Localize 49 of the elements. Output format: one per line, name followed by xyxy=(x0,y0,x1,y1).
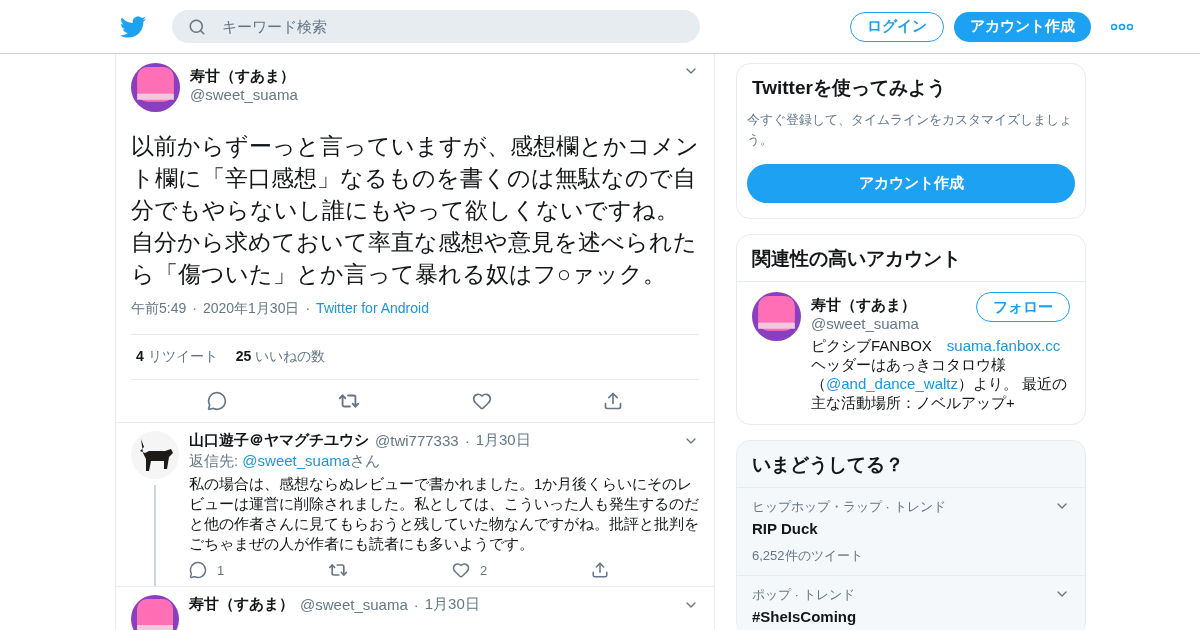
follow-button[interactable]: フォロー xyxy=(976,292,1070,322)
search-icon xyxy=(188,17,206,36)
user-handle[interactable]: @twi777333 xyxy=(375,432,459,449)
card-text: 今すぐ登録して、タイムラインをカスタマイズしましょう。 xyxy=(746,111,1073,149)
search-field[interactable]: キーワード検索 xyxy=(172,10,700,43)
separator-dot: · xyxy=(464,432,470,449)
user-name[interactable]: 寿甘（すあま） xyxy=(189,595,294,614)
like-icon[interactable] xyxy=(471,390,492,412)
bio-link[interactable]: suama.fanbox.cc xyxy=(946,337,1061,354)
signup-button[interactable]: アカウント作成 xyxy=(747,164,1075,203)
search-input[interactable]: キーワード検索 xyxy=(220,17,700,36)
user-bio: ピクシブFANBOX suama.fanbox.cc ヘッダーはあっきコタロウ様 （@and_dance_waltz）より。 最近の主な活動場所：ノベルアップ+ xyxy=(811,336,1069,412)
card-title: 関連性の高いアカウント xyxy=(737,235,1085,282)
separator-dot: · xyxy=(413,596,419,613)
trend-name[interactable]: #SheIsComing xyxy=(752,608,857,625)
like-button[interactable]: 2 xyxy=(451,560,488,580)
user-name[interactable]: 寿甘（すあま） xyxy=(190,67,673,86)
user-handle[interactable]: @sweet_suama xyxy=(811,315,976,332)
mention-link[interactable]: @sweet_suama xyxy=(242,452,351,469)
tweet-date: 2020年1月30日 xyxy=(202,300,300,318)
tweet-date[interactable]: 1月30日 xyxy=(475,431,531,450)
trend-category: ヒップホップ・ラップ · トレンド xyxy=(752,498,946,516)
share-icon[interactable] xyxy=(603,390,624,412)
card-title: Twitterを使ってみよう xyxy=(751,76,947,100)
retweet-count[interactable]: 4 リツイート xyxy=(136,348,218,366)
more-icon[interactable] xyxy=(1111,22,1133,31)
user-name[interactable]: 山口遊子＠ヤマグチユウシ xyxy=(189,431,369,450)
tweet-time: 午前5:49 xyxy=(131,300,187,318)
reply-icon[interactable] xyxy=(206,390,227,412)
reply-to-text: 返信先: @sweet_suamaさん xyxy=(189,452,382,471)
login-button[interactable]: ログイン xyxy=(850,11,944,42)
trend-category: ポップ · トレンド xyxy=(752,586,856,604)
separator-dot: · xyxy=(192,300,197,318)
reply-text: 私の場合は、感想ならぬレビューで書かれました。1か月後くらいにそのレビューは運営に削除されました。私としては、こういった人も発生するのだと他の作者さんに見てもらおうと残していた物なんですがね。批評と批判をごちゃまぜの人が作者にも読者にも多いようです。 xyxy=(189,474,699,554)
share-icon[interactable] xyxy=(591,560,609,580)
tweet-text: 以前からずーっと言っていますが、感想欄とかコメント欄に「辛口感想」なるものを書くのは無駄なので自分でもやらないし誰にもやって欲しくないですね。自分から求めておいて率直な感想や意見を述べられたら「傷ついた」とか言って暴れる奴はフ○ァック。 xyxy=(131,132,699,289)
user-handle[interactable]: @sweet_suama xyxy=(300,596,408,613)
tweet-date[interactable]: 1月30日 xyxy=(424,595,480,614)
user-name[interactable]: 寿甘（すあま） xyxy=(811,296,976,315)
signup-button[interactable]: アカウント作成 xyxy=(954,11,1091,42)
user-handle[interactable]: @sweet_suama xyxy=(190,86,673,103)
source-link[interactable]: Twitter for Android xyxy=(316,300,429,318)
like-count[interactable]: 25 いいねの数 xyxy=(235,348,326,366)
trend-name[interactable]: RIP Duck xyxy=(752,520,946,537)
card-title: いまどうしてる？ xyxy=(751,453,905,477)
mention-link[interactable]: @and_dance_waltz xyxy=(826,375,958,392)
tweet-count: 6,252件のツイート xyxy=(752,547,864,565)
separator-dot: · xyxy=(305,300,311,318)
reply-button[interactable]: 1 xyxy=(189,560,225,580)
